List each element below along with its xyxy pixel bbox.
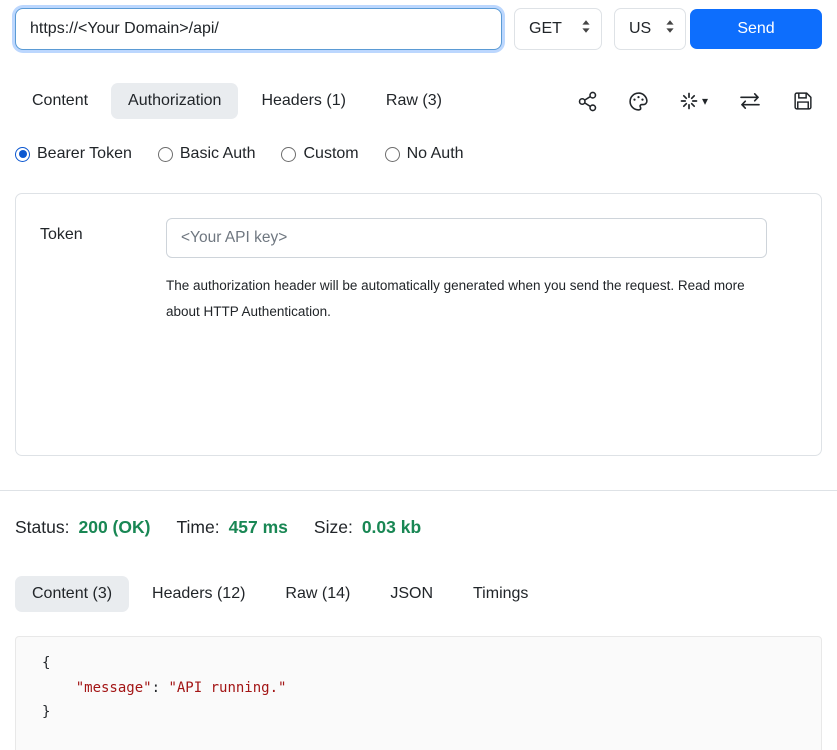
json-brace: } xyxy=(42,704,50,720)
radio-selected-icon xyxy=(15,147,30,162)
radio-unselected-icon xyxy=(158,147,173,162)
token-panel: Token The authorization header will be a… xyxy=(15,193,822,456)
url-input[interactable] xyxy=(15,8,502,50)
radio-custom[interactable]: Custom xyxy=(281,145,358,163)
swap-arrows-icon[interactable] xyxy=(738,91,762,111)
json-separator: : xyxy=(152,680,169,696)
method-select-value: GET xyxy=(529,20,562,38)
radio-no-auth[interactable]: No Auth xyxy=(385,145,464,163)
tab-authorization[interactable]: Authorization xyxy=(111,83,238,119)
response-tabs: Content (3) Headers (12) Raw (14) JSON T… xyxy=(15,576,822,612)
region-select[interactable]: US xyxy=(614,8,686,50)
request-tabs: Content Authorization Headers (1) Raw (3… xyxy=(15,83,822,119)
section-divider xyxy=(0,490,837,491)
status-value: 200 (OK) xyxy=(78,517,150,538)
send-button[interactable]: Send xyxy=(690,9,822,49)
select-arrows-icon xyxy=(581,19,591,39)
request-bar: GET US Send xyxy=(15,8,822,50)
size-value: 0.03 kb xyxy=(362,517,421,538)
json-brace: { xyxy=(42,655,50,671)
radio-basic-auth[interactable]: Basic Auth xyxy=(158,145,256,163)
response-body: { "message": "API running." } xyxy=(15,636,822,750)
select-arrows-icon xyxy=(665,19,675,39)
share-nodes-icon[interactable] xyxy=(577,91,598,112)
status-label: Status: xyxy=(15,517,69,538)
resp-tab-timings[interactable]: Timings xyxy=(456,576,545,612)
save-icon[interactable] xyxy=(792,90,814,112)
radio-unselected-icon xyxy=(281,147,296,162)
time-label: Time: xyxy=(176,517,219,538)
json-indent xyxy=(42,680,76,696)
size-label: Size: xyxy=(314,517,353,538)
chevron-down-icon: ▾ xyxy=(702,94,708,108)
token-input[interactable] xyxy=(166,218,767,258)
token-field-area: The authorization header will be automat… xyxy=(166,218,767,326)
method-select[interactable]: GET xyxy=(514,8,602,50)
token-label: Token xyxy=(40,218,166,244)
tab-raw[interactable]: Raw (3) xyxy=(369,83,459,119)
palette-icon[interactable] xyxy=(628,91,649,112)
auth-type-options: Bearer Token Basic Auth Custom No Auth xyxy=(15,145,822,163)
json-value: "API running." xyxy=(168,680,286,696)
api-client-page: GET US Send Content Authorization Header… xyxy=(0,0,837,750)
request-toolbar: ▾ xyxy=(577,90,822,112)
magic-clean-icon[interactable]: ▾ xyxy=(679,91,708,111)
resp-tab-content[interactable]: Content (3) xyxy=(15,576,129,612)
time-value: 457 ms xyxy=(229,517,288,538)
region-select-value: US xyxy=(629,20,651,38)
response-status-bar: Status: 200 (OK) Time: 457 ms Size: 0.03… xyxy=(15,517,822,538)
tab-content[interactable]: Content xyxy=(15,83,105,119)
radio-unselected-icon xyxy=(385,147,400,162)
token-helper-text: The authorization header will be automat… xyxy=(166,273,754,326)
resp-tab-json[interactable]: JSON xyxy=(373,576,450,612)
json-key: "message" xyxy=(76,680,152,696)
radio-bearer-token[interactable]: Bearer Token xyxy=(15,145,132,163)
tab-headers[interactable]: Headers (1) xyxy=(244,83,362,119)
resp-tab-raw[interactable]: Raw (14) xyxy=(268,576,367,612)
resp-tab-headers[interactable]: Headers (12) xyxy=(135,576,262,612)
